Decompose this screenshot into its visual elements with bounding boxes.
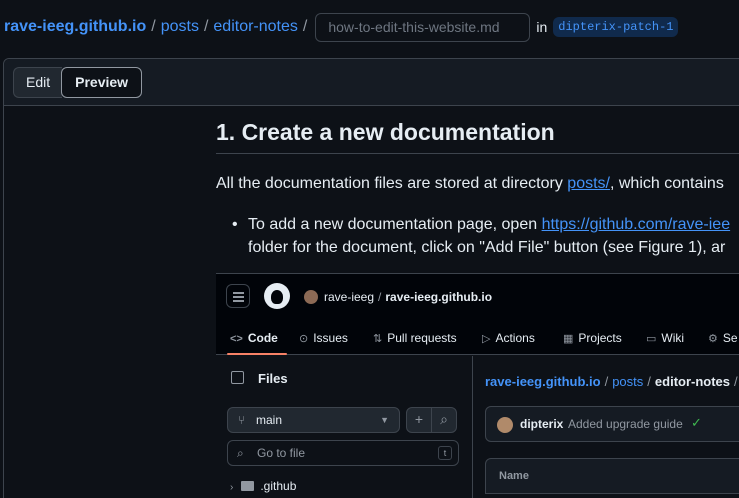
add-file-icon: + xyxy=(406,407,432,433)
tab-edit[interactable]: Edit xyxy=(13,67,63,98)
folder-icon xyxy=(241,481,255,491)
editor-panel: Edit Preview 1. Create a new documentati… xyxy=(3,58,739,498)
nav-settings: ⚙ Se xyxy=(708,331,738,345)
list-item-text: To add a new documentation page, open ht… xyxy=(248,213,730,259)
actions-icon: ▷ xyxy=(482,333,491,345)
editor-tabbar: Edit Preview xyxy=(4,59,739,106)
nav-pull-requests: ⇅ Pull requests xyxy=(373,331,457,345)
nav-actions-label: Actions xyxy=(495,331,535,345)
pull-request-icon: ⇅ xyxy=(373,333,383,345)
branch-icon: ⑂ xyxy=(238,413,246,427)
nav-wiki-label: Wiki xyxy=(661,331,685,345)
github-link[interactable]: https://github.com/rave-iee xyxy=(542,216,731,233)
nav-pull-requests-label: Pull requests xyxy=(387,331,457,345)
filename-input[interactable]: how-to-edit-this-website.md xyxy=(315,12,531,42)
avatar xyxy=(497,417,513,433)
file-breadcrumb: rave-ieeg.github.io / posts / editor-not… xyxy=(0,0,739,54)
repo-slash: / xyxy=(378,290,382,304)
chevron-right-icon: › xyxy=(230,482,234,493)
gh-header: rave-ieeg / rave-ieeg.github.io xyxy=(216,274,739,322)
posts-link[interactable]: posts/ xyxy=(567,175,610,192)
breadcrumb-separator: / xyxy=(302,18,308,35)
commit-author: dipterix xyxy=(520,417,564,431)
caret-down-icon: ▼ xyxy=(380,415,389,425)
file-table-header: Name xyxy=(485,458,739,494)
nav-code-label: Code xyxy=(247,331,278,345)
breadcrumb-separator: / xyxy=(151,18,156,35)
owner-avatar xyxy=(304,290,318,304)
files-pane: Files ⑂ main ▼ + ⌕ ⌕ Go to file t › .gith… xyxy=(216,356,473,498)
files-title: Files xyxy=(258,371,288,386)
intro-text: All the documentation files are stored a… xyxy=(216,175,568,192)
intro-text-tail: , which contains xyxy=(609,175,724,192)
code-icon: <> xyxy=(230,333,243,345)
branch-selector: ⑂ main ▼ xyxy=(227,407,400,433)
figure-crumb-sep: / xyxy=(734,374,738,389)
list-text-line1: To add a new documentation page, open xyxy=(248,216,542,233)
section-heading: 1. Create a new documentation xyxy=(216,119,555,145)
gear-icon: ⚙ xyxy=(708,333,718,345)
branch-badge: dipterix-patch-1 xyxy=(553,17,679,37)
breadcrumb-editor-notes-link[interactable]: editor-notes xyxy=(213,18,298,36)
active-tab-underline xyxy=(227,353,287,355)
heading-divider xyxy=(216,153,739,154)
repo-name: rave-ieeg.github.io xyxy=(385,290,493,304)
branch-name: main xyxy=(256,413,283,427)
nav-projects: ▦ Projects xyxy=(563,331,622,345)
hamburger-icon xyxy=(226,284,250,308)
sidebar-collapse-icon xyxy=(231,371,244,384)
nav-wiki: ▭ Wiki xyxy=(646,331,684,345)
repo-path: rave-ieeg / rave-ieeg.github.io xyxy=(324,290,492,304)
nav-settings-label: Se xyxy=(722,331,738,345)
breadcrumb-repo-link[interactable]: rave-ieeg.github.io xyxy=(4,18,146,36)
tree-item-label: .github xyxy=(260,479,297,493)
figure-crumb-repo: rave-ieeg.github.io xyxy=(485,374,601,389)
intro-paragraph: All the documentation files are stored a… xyxy=(216,175,724,193)
figure-crumb-sep: / xyxy=(647,374,651,389)
nav-code: <> Code xyxy=(230,331,278,345)
tree-item: › .github xyxy=(230,479,296,493)
shortcut-key: t xyxy=(438,446,452,460)
figure-crumb-current: editor-notes xyxy=(654,374,731,389)
go-to-file-input: ⌕ Go to file t xyxy=(227,440,459,466)
figure-crumb-posts: posts xyxy=(612,374,644,389)
latest-commit: dipterix Added upgrade guide ✓ xyxy=(485,406,739,442)
figure-crumb-sep: / xyxy=(604,374,609,389)
issue-icon: ⊙ xyxy=(299,333,309,345)
bullet: • xyxy=(232,216,238,233)
editor-tab-group: Edit Preview xyxy=(13,67,143,98)
repo-nav: <> Code ⊙ Issues ⇅ Pull requests ▷ Actions ▦… xyxy=(216,322,739,355)
check-icon: ✓ xyxy=(691,415,702,430)
list-text-line2: folder for the document, click on "Add F… xyxy=(248,239,726,256)
wiki-icon: ▭ xyxy=(646,333,657,345)
nav-issues-label: Issues xyxy=(313,331,348,345)
nav-actions: ▷ Actions xyxy=(482,331,535,345)
github-logo-icon xyxy=(264,283,290,309)
tab-preview[interactable]: Preview xyxy=(61,67,143,98)
go-to-file-placeholder: Go to file xyxy=(257,446,306,460)
search-icon: ⌕ xyxy=(431,407,457,433)
breadcrumb-separator: / xyxy=(203,18,209,35)
file-browser-main: rave-ieeg.github.io / posts / editor-notes / … xyxy=(474,356,739,498)
repo-owner: rave-ieeg xyxy=(324,290,375,304)
nav-issues: ⊙ Issues xyxy=(299,331,348,345)
nav-projects-label: Projects xyxy=(578,331,622,345)
figure-screenshot: rave-ieeg / rave-ieeg.github.io <> Code ⊙ Is… xyxy=(216,273,739,498)
commit-message: Added upgrade guide xyxy=(568,417,683,431)
figure-breadcrumb: rave-ieeg.github.io / posts / editor-notes / xyxy=(485,374,739,389)
search-icon: ⌕ xyxy=(237,446,244,460)
breadcrumb-posts-link[interactable]: posts xyxy=(161,18,199,36)
projects-icon: ▦ xyxy=(563,333,574,345)
in-label: in xyxy=(536,19,548,35)
